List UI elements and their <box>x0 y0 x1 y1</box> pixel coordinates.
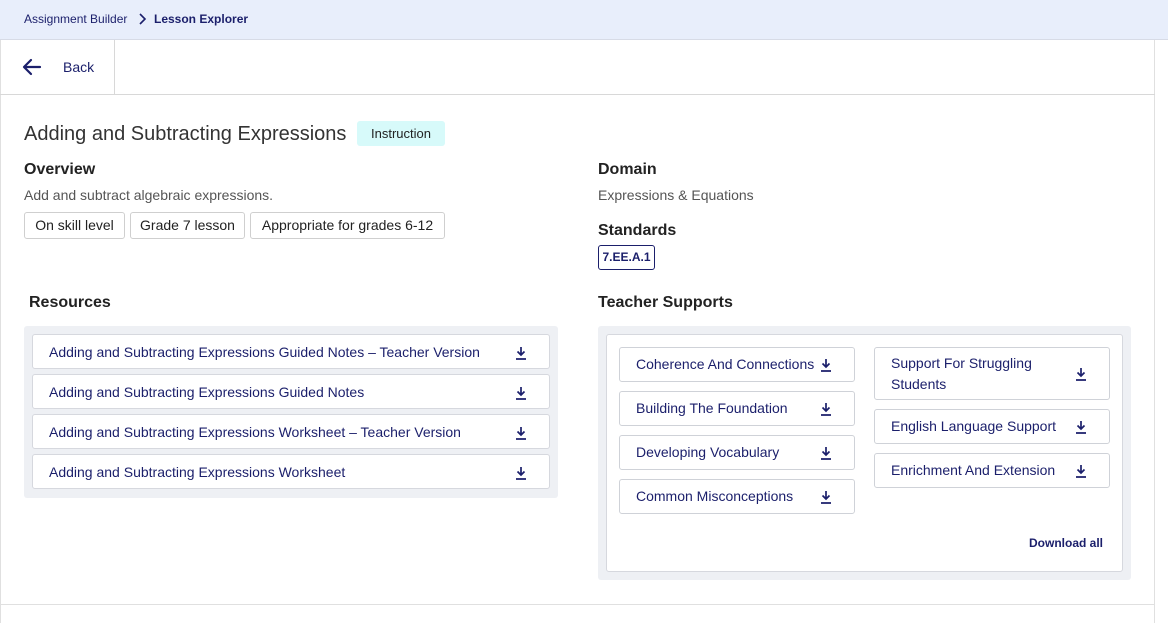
resource-label: Adding and Subtracting Expressions Guide… <box>49 344 480 360</box>
download-icon[interactable] <box>820 358 832 372</box>
support-label: Coherence And Connections <box>636 356 815 372</box>
resource-item[interactable]: Adding and Subtracting Expressions Works… <box>32 414 550 449</box>
support-label: Support For Struggling Students <box>891 355 1032 392</box>
page-border-left <box>0 40 1 623</box>
support-enrichment-extension[interactable]: Enrichment And Extension <box>874 453 1110 488</box>
breadcrumb: Assignment Builder Lesson Explorer <box>0 0 1168 40</box>
download-icon[interactable] <box>820 490 832 504</box>
breadcrumb-assignment-builder[interactable]: Assignment Builder <box>24 12 127 26</box>
support-label: Common Misconceptions <box>636 488 794 504</box>
footer-divider <box>0 604 1155 605</box>
download-icon[interactable] <box>1075 367 1087 381</box>
page-title: Adding and Subtracting Expressions <box>24 123 347 145</box>
download-icon[interactable] <box>515 426 527 440</box>
resource-label: Adding and Subtracting Expressions Guide… <box>49 384 365 400</box>
download-icon[interactable] <box>515 346 527 360</box>
support-common-misconceptions[interactable]: Common Misconceptions <box>619 479 855 514</box>
download-icon[interactable] <box>515 466 527 480</box>
download-icon[interactable] <box>820 446 832 460</box>
page-border-right <box>1154 40 1155 623</box>
tag-skill-level: On skill level <box>24 212 125 239</box>
download-all-link[interactable]: Download all <box>1029 536 1103 550</box>
download-icon[interactable] <box>1075 420 1087 434</box>
lesson-type-badge: Instruction <box>357 121 445 146</box>
resource-item[interactable]: Adding and Subtracting Expressions Guide… <box>32 334 550 369</box>
download-icon[interactable] <box>1075 464 1087 478</box>
resource-item[interactable]: Adding and Subtracting Expressions Guide… <box>32 374 550 409</box>
domain-text: Expressions & Equations <box>598 187 754 203</box>
download-icon[interactable] <box>515 386 527 400</box>
back-button[interactable]: Back <box>0 40 115 95</box>
tag-grade-lesson: Grade 7 lesson <box>130 212 245 239</box>
support-label: Enrichment And Extension <box>891 462 1056 478</box>
arrow-left-icon <box>22 58 42 76</box>
support-label: Building The Foundation <box>636 400 788 416</box>
header-divider <box>0 94 1155 95</box>
overview-text: Add and subtract algebraic expressions. <box>24 187 274 203</box>
teacher-supports-heading: Teacher Supports <box>598 294 733 311</box>
back-label: Back <box>63 59 95 75</box>
support-label: English Language Support <box>891 418 1057 434</box>
chevron-right-icon <box>139 13 147 25</box>
resource-label: Adding and Subtracting Expressions Works… <box>49 424 461 440</box>
resource-label: Adding and Subtracting Expressions Works… <box>49 464 346 480</box>
download-icon[interactable] <box>820 402 832 416</box>
standards-heading: Standards <box>598 222 677 239</box>
resources-heading: Resources <box>29 294 111 311</box>
breadcrumb-lesson-explorer: Lesson Explorer <box>154 12 249 26</box>
resource-item[interactable]: Adding and Subtracting Expressions Works… <box>32 454 550 489</box>
support-struggling-students[interactable]: Support For Struggling Students <box>874 347 1110 400</box>
domain-heading: Domain <box>598 161 657 178</box>
tag-grade-range: Appropriate for grades 6-12 <box>250 212 445 239</box>
support-building-foundation[interactable]: Building The Foundation <box>619 391 855 426</box>
support-developing-vocabulary[interactable]: Developing Vocabulary <box>619 435 855 470</box>
overview-heading: Overview <box>24 161 96 178</box>
support-english-language[interactable]: English Language Support <box>874 409 1110 444</box>
standard-badge[interactable]: 7.EE.A.1 <box>598 245 655 270</box>
support-label: Developing Vocabulary <box>636 444 780 460</box>
support-coherence-connections[interactable]: Coherence And Connections <box>619 347 855 382</box>
